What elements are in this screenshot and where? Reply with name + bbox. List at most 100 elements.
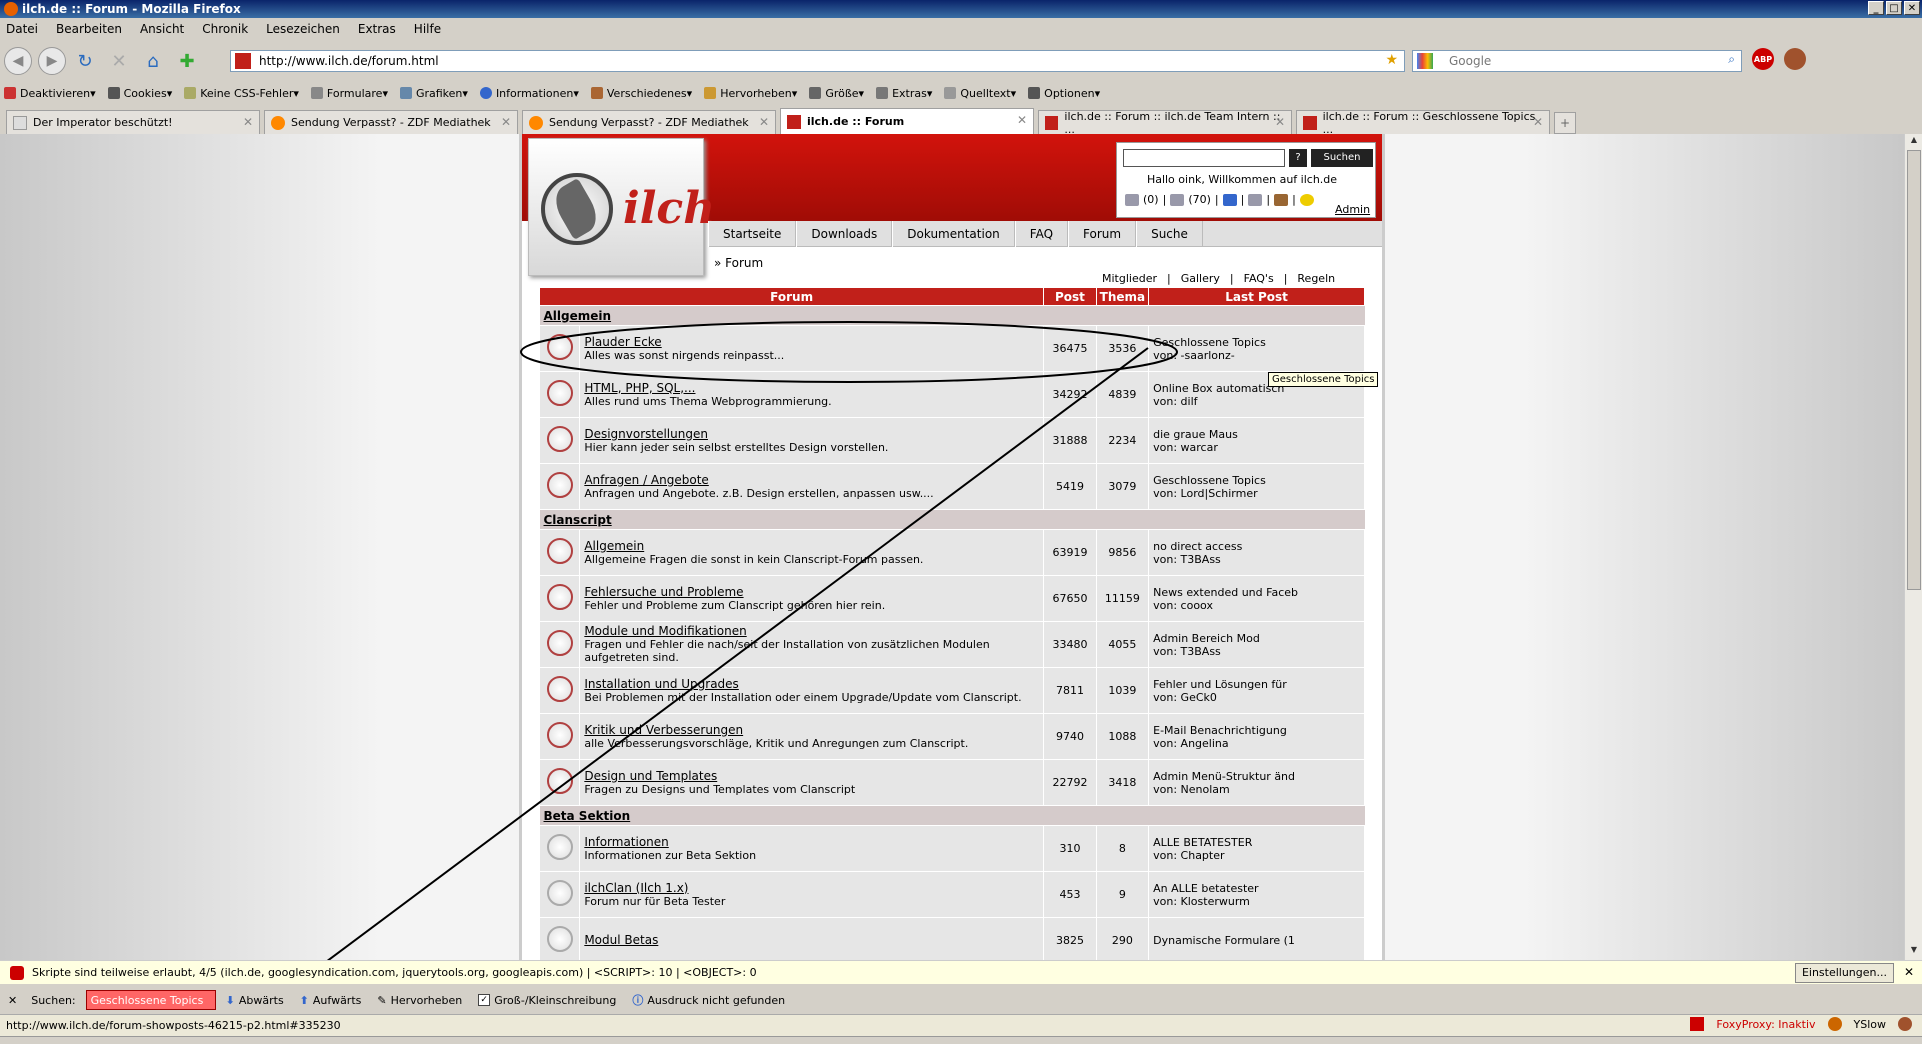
search-icon[interactable]: ⌕ — [1728, 52, 1735, 67]
home-icon[interactable]: ⌂ — [140, 48, 166, 74]
url-bar[interactable]: http://www.ilch.de/forum.html ★ — [230, 50, 1405, 72]
find-down-button[interactable]: ⬇ Abwärts — [226, 994, 284, 1007]
forum-link[interactable]: Module und Modifikationen — [584, 625, 1043, 638]
link-mitglieder[interactable]: Mitglieder — [1102, 272, 1157, 285]
forum-link[interactable]: Plauder Ecke — [584, 335, 1043, 349]
link-gallery[interactable]: Gallery — [1181, 272, 1220, 285]
forward-icon[interactable]: ▶ — [38, 47, 66, 75]
forum-link[interactable]: Designvorstellungen — [584, 427, 1043, 441]
close-find-icon[interactable]: ✕ — [8, 994, 17, 1007]
search-input[interactable]: Google ⌕ — [1412, 50, 1742, 72]
dev-formulare[interactable]: Formulare ▾ — [310, 87, 388, 100]
noscript-icon[interactable] — [10, 965, 24, 980]
page-scrollbar[interactable]: ▲ ▼ — [1904, 134, 1922, 960]
close-icon[interactable]: ✕ — [1017, 113, 1027, 127]
scroll-down-icon[interactable]: ▼ — [1907, 945, 1921, 959]
profile-icon[interactable] — [1248, 193, 1263, 206]
dev-deaktivieren[interactable]: Deaktivieren ▾ — [4, 87, 96, 100]
forum-link[interactable]: Modul Betas — [584, 934, 1043, 947]
site-logo[interactable]: ilch — [528, 138, 715, 276]
smiley-icon[interactable] — [1299, 193, 1314, 206]
last-post-link[interactable]: News extended und Faceb — [1153, 586, 1364, 599]
dev-extras[interactable]: Extras ▾ — [876, 87, 932, 100]
find-up-button[interactable]: ⬆ Aufwärts — [300, 994, 362, 1007]
mail-icon[interactable] — [1125, 193, 1139, 206]
category-name[interactable]: Beta Sektion — [539, 805, 1365, 826]
forum-link[interactable]: Installation und Upgrades — [584, 677, 1043, 691]
adblock-icon[interactable]: ABP — [1752, 48, 1774, 70]
menu-chronik[interactable]: Chronik — [202, 22, 248, 36]
case-checkbox[interactable]: ✓ Groß-/Kleinschreibung — [478, 994, 616, 1007]
category-name[interactable]: Allgemein — [539, 305, 1365, 326]
menu-bearbeiten[interactable]: Bearbeiten — [56, 22, 122, 36]
forum-link[interactable]: Kritik und Verbesserungen — [584, 723, 1043, 737]
dev-hervorheben[interactable]: Hervorheben ▾ — [704, 87, 797, 100]
close-icon[interactable]: ✕ — [501, 115, 511, 129]
help-button[interactable]: ? — [1289, 149, 1307, 167]
book-icon[interactable] — [1274, 193, 1289, 206]
nav-faq[interactable]: FAQ — [1014, 221, 1069, 247]
find-input[interactable]: Geschlossene Topics — [85, 990, 216, 1010]
highlight-button[interactable]: ✎ Hervorheben — [377, 994, 462, 1007]
nav-forum[interactable]: Forum — [1068, 221, 1137, 247]
reload-icon[interactable]: ↻ — [72, 48, 98, 74]
minimize-button[interactable]: _ — [1868, 1, 1884, 15]
last-post-link[interactable]: Admin Bereich Mod — [1153, 632, 1364, 645]
last-post-link[interactable]: ALLE BETATESTER — [1153, 836, 1364, 849]
add-bookmark-icon[interactable]: ✚ — [174, 48, 200, 74]
forum-link[interactable]: ilchClan (Ilch 1.x) — [584, 881, 1043, 895]
last-post-link[interactable]: Dynamische Formulare (1 — [1153, 934, 1364, 947]
back-icon[interactable]: ◀ — [4, 47, 32, 75]
dev-cookies[interactable]: Cookies ▾ — [107, 87, 172, 100]
forum-link[interactable]: Fehlersuche und Probleme — [584, 585, 1043, 599]
dev-optionen[interactable]: Optionen ▾ — [1028, 87, 1100, 100]
bookmark-star-icon[interactable]: ★ — [1385, 52, 1398, 68]
forum-link[interactable]: Informationen — [584, 835, 1043, 849]
tab-ilch-closed[interactable]: ilch.de :: Forum :: Geschlossene Topics … — [1296, 110, 1550, 136]
link-faqs[interactable]: FAQ's — [1244, 272, 1274, 285]
close-icon[interactable]: ✕ — [243, 115, 253, 129]
last-post-link[interactable]: Admin Menü-Struktur änd — [1153, 770, 1364, 783]
category-name[interactable]: Clanscript — [539, 509, 1365, 530]
close-window-button[interactable]: ✕ — [1904, 1, 1920, 15]
nav-startseite[interactable]: Startseite — [708, 221, 797, 247]
link-regeln[interactable]: Regeln — [1297, 272, 1335, 285]
last-post-link[interactable]: Geschlossene Topics — [1153, 474, 1364, 487]
last-post-link[interactable]: no direct access — [1153, 540, 1364, 553]
forum-link[interactable]: Anfragen / Angebote — [584, 473, 1043, 487]
menu-hilfe[interactable]: Hilfe — [414, 22, 441, 36]
yslow-status[interactable]: YSlow — [1854, 1018, 1886, 1031]
greasemonkey-icon[interactable] — [1784, 48, 1806, 70]
foxyproxy-status[interactable]: FoxyProxy: Inaktiv — [1716, 1018, 1815, 1031]
menu-ansicht[interactable]: Ansicht — [140, 22, 184, 36]
nav-dokumentation[interactable]: Dokumentation — [892, 221, 1015, 247]
messages-icon[interactable] — [1170, 193, 1185, 206]
tab-zdf-1[interactable]: Sendung Verpasst? - ZDF Mediathek ✕ — [264, 110, 518, 134]
dev-css[interactable]: Keine CSS-Fehler ▾ — [184, 87, 299, 100]
admin-link[interactable]: Admin — [1335, 203, 1370, 216]
settings-button[interactable]: Einstellungen... — [1794, 963, 1894, 983]
menu-extras[interactable]: Extras — [358, 22, 396, 36]
menu-lesezeichen[interactable]: Lesezeichen — [266, 22, 340, 36]
dev-quelltext[interactable]: Quelltext ▾ — [944, 87, 1016, 100]
site-search-button[interactable]: Suchen — [1311, 149, 1373, 167]
tab-ilch-team[interactable]: ilch.de :: Forum :: ilch.de Team Intern … — [1038, 110, 1292, 136]
tab-ilch-forum[interactable]: ilch.de :: Forum ✕ — [780, 108, 1034, 134]
block-icon[interactable] — [1827, 1017, 1842, 1031]
last-post-link[interactable]: Geschlossene Topics — [1153, 336, 1364, 349]
dev-informationen[interactable]: Informationen ▾ — [479, 87, 579, 100]
maximize-button[interactable]: □ — [1886, 1, 1902, 15]
forum-link[interactable]: Allgemein — [584, 539, 1043, 553]
stop-icon[interactable]: ✕ — [106, 48, 132, 74]
forum-link[interactable]: HTML, PHP, SQL,... — [584, 381, 1043, 395]
dev-groesse[interactable]: Größe ▾ — [809, 87, 864, 100]
noscript-status-icon[interactable] — [1690, 1017, 1705, 1031]
close-icon[interactable]: ✕ — [759, 115, 769, 129]
close-icon[interactable]: ✕ — [1533, 115, 1543, 129]
scroll-up-icon[interactable]: ▲ — [1907, 135, 1921, 149]
tab-zdf-2[interactable]: Sendung Verpasst? - ZDF Mediathek ✕ — [522, 110, 776, 134]
close-icon[interactable]: ✕ — [1275, 115, 1285, 129]
last-post-link[interactable]: E-Mail Benachrichtigung — [1153, 724, 1364, 737]
tab-imperator[interactable]: Der Imperator beschützt! ✕ — [6, 110, 260, 134]
dev-grafiken[interactable]: Grafiken ▾ — [399, 87, 468, 100]
